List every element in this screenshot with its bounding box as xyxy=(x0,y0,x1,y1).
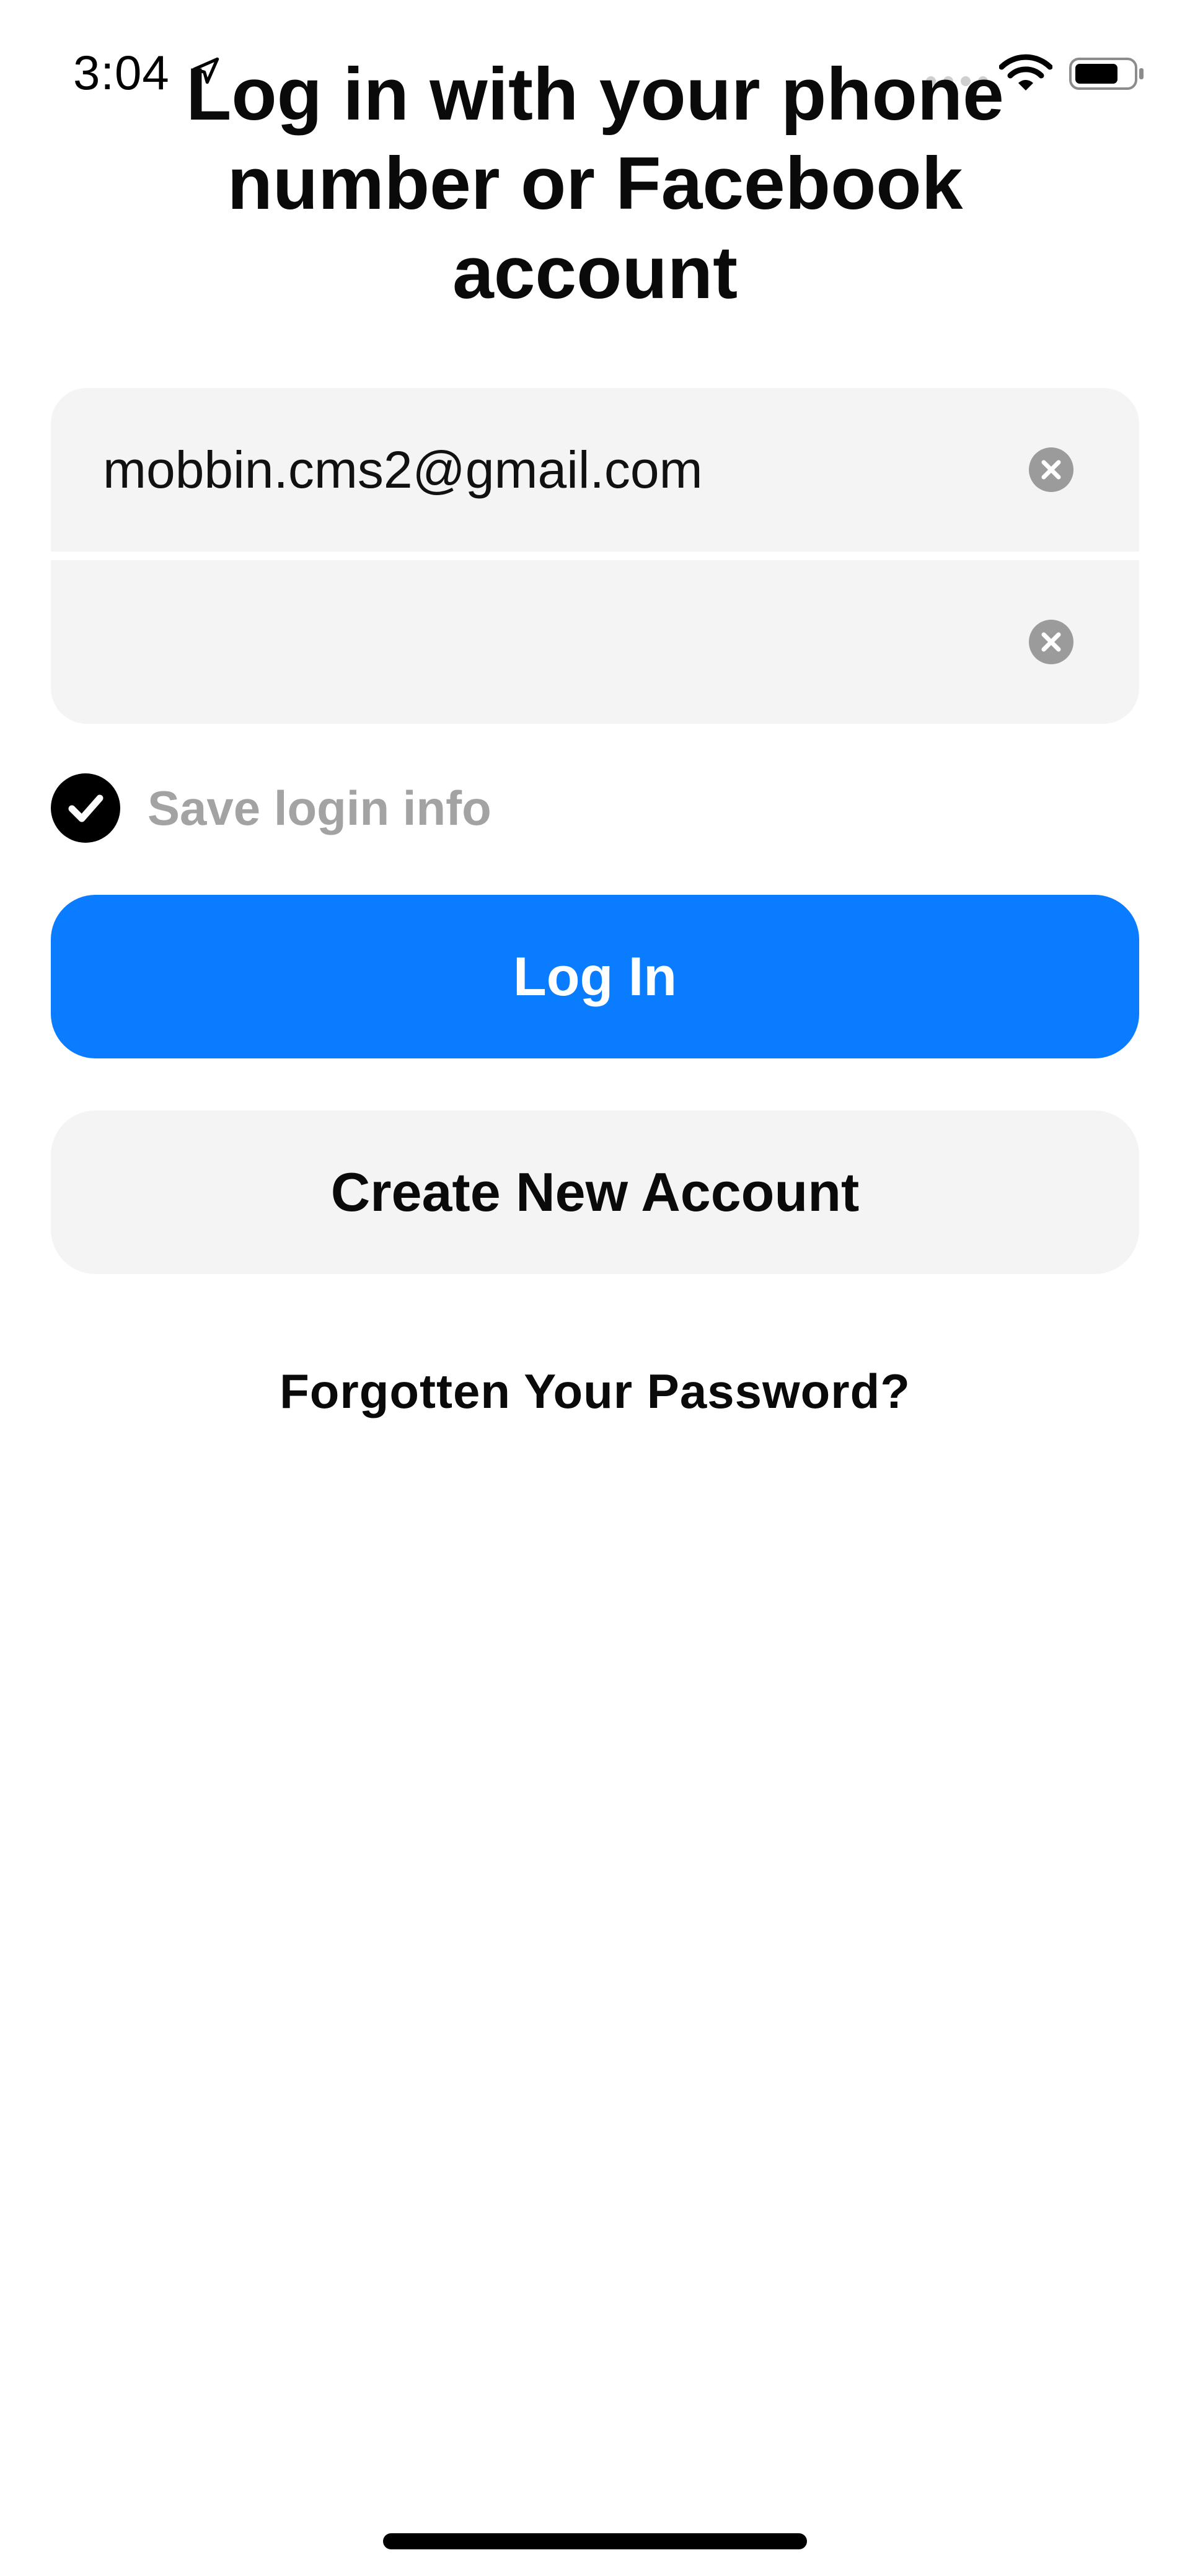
create-account-button[interactable]: Create New Account xyxy=(51,1110,1139,1274)
email-input[interactable] xyxy=(103,388,1033,552)
clear-password-icon[interactable] xyxy=(1029,620,1073,664)
save-login-label: Save login info xyxy=(148,780,491,835)
email-field[interactable] xyxy=(51,388,1139,552)
clear-email-icon[interactable] xyxy=(1029,447,1073,492)
home-indicator[interactable] xyxy=(383,2533,807,2549)
password-input[interactable] xyxy=(103,560,1033,724)
checkmark-icon[interactable] xyxy=(51,773,120,843)
save-login-toggle[interactable]: Save login info xyxy=(51,773,491,843)
page-title: Log in with your phone number or Faceboo… xyxy=(186,53,1004,314)
login-button[interactable]: Log In xyxy=(51,895,1139,1058)
password-field[interactable] xyxy=(51,560,1139,724)
forgot-password-link[interactable]: Forgotten Your Password? xyxy=(99,1363,1091,1420)
